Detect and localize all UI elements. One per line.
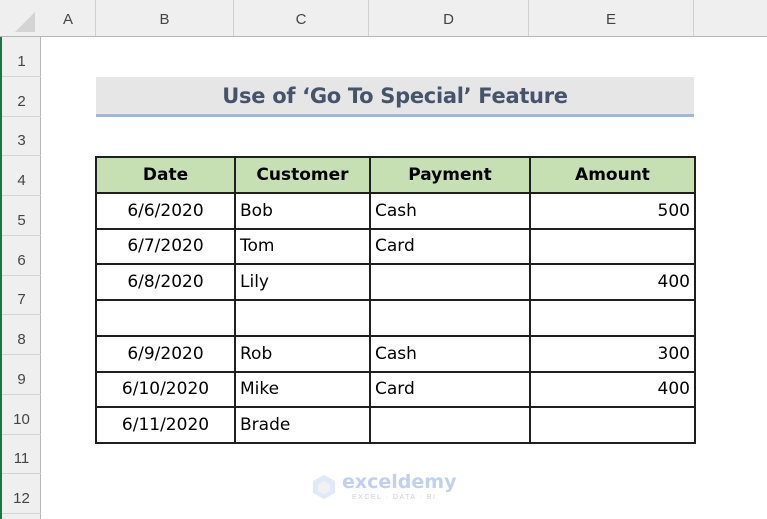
table-row: 6/8/2020 Lily 400	[95, 263, 696, 301]
row-header-3[interactable]: 3	[2, 117, 41, 157]
column-header-d[interactable]: D	[369, 0, 529, 36]
row-header-4[interactable]: 4	[2, 156, 41, 196]
column-header-c[interactable]: C	[234, 0, 369, 36]
table-row: 6/6/2020 Bob Cash 500	[95, 191, 696, 230]
payment-cell[interactable]: Cash	[369, 191, 531, 230]
amount-cell[interactable]	[529, 406, 696, 444]
payment-cell[interactable]	[369, 263, 531, 301]
table-row: 6/11/2020 Brade	[95, 406, 696, 444]
header-amount[interactable]: Amount	[529, 156, 696, 194]
watermark-name: exceldemy	[342, 471, 457, 493]
payment-cell[interactable]	[369, 406, 531, 444]
column-header-a[interactable]: A	[41, 0, 96, 36]
table-row: 6/7/2020 Tom Card	[95, 227, 696, 266]
date-cell[interactable]: 6/9/2020	[95, 334, 236, 373]
table-row: 6/9/2020 Rob Cash 300	[95, 334, 696, 373]
column-header-f[interactable]	[694, 0, 767, 36]
table-row	[95, 299, 696, 337]
payment-cell[interactable]: Card	[369, 227, 531, 266]
customer-cell[interactable]: Rob	[234, 334, 371, 373]
date-cell[interactable]: 6/11/2020	[95, 406, 236, 444]
customer-cell[interactable]: Bob	[234, 191, 371, 230]
row-header-1[interactable]: 1	[2, 37, 41, 77]
customer-cell[interactable]	[234, 299, 371, 337]
row-header-2[interactable]: 2	[2, 77, 41, 117]
amount-cell[interactable]: 500	[529, 191, 696, 230]
payment-cell[interactable]	[369, 299, 531, 337]
watermark-tagline: EXCEL · DATA · BI	[352, 494, 437, 501]
date-cell[interactable]: 6/6/2020	[95, 191, 236, 230]
exceldemy-logo-icon	[313, 475, 335, 499]
table-row: 6/10/2020 Mike Card 400	[95, 370, 696, 409]
customer-cell[interactable]: Brade	[234, 406, 371, 444]
row-header-7[interactable]: 7	[2, 276, 41, 316]
column-header-bar: A B C D E	[0, 0, 767, 37]
column-header-b[interactable]: B	[96, 0, 234, 36]
select-all-triangle-icon	[15, 12, 35, 32]
customer-cell[interactable]: Tom	[234, 227, 371, 266]
header-customer[interactable]: Customer	[234, 156, 371, 194]
table-header-row: Date Customer Payment Amount	[95, 156, 696, 194]
row-header-9[interactable]: 9	[2, 355, 41, 395]
date-cell[interactable]: 6/7/2020	[95, 227, 236, 266]
payment-cell[interactable]: Card	[369, 370, 531, 409]
data-table: Date Customer Payment Amount 6/6/2020 Bob…	[95, 156, 696, 444]
sheet-title: Use of ‘Go To Special’ Feature	[96, 77, 694, 117]
row-header-11[interactable]: 11	[2, 435, 41, 475]
column-header-e[interactable]: E	[529, 0, 694, 36]
row-header-5[interactable]: 5	[2, 196, 41, 236]
amount-cell[interactable]	[529, 227, 696, 266]
customer-cell[interactable]: Lily	[234, 263, 371, 301]
header-date[interactable]: Date	[95, 156, 236, 194]
amount-cell[interactable]: 300	[529, 334, 696, 373]
row-header-10[interactable]: 10	[2, 395, 41, 435]
amount-cell[interactable]	[529, 299, 696, 337]
select-all-button[interactable]	[2, 0, 41, 36]
date-cell[interactable]	[95, 299, 236, 337]
row-header-8[interactable]: 8	[2, 315, 41, 355]
customer-cell[interactable]: Mike	[234, 370, 371, 409]
date-cell[interactable]: 6/8/2020	[95, 263, 236, 301]
amount-cell[interactable]: 400	[529, 370, 696, 409]
row-header-12[interactable]: 12	[2, 474, 41, 514]
row-header-6[interactable]: 6	[2, 236, 41, 276]
amount-cell[interactable]: 400	[529, 263, 696, 301]
date-cell[interactable]: 6/10/2020	[95, 370, 236, 409]
exceldemy-watermark: exceldemy EXCEL · DATA · BI	[312, 472, 462, 502]
payment-cell[interactable]: Cash	[369, 334, 531, 373]
header-payment[interactable]: Payment	[369, 156, 531, 194]
